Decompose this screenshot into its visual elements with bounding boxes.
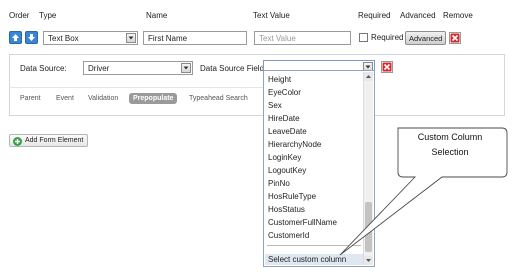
dropdown-item[interactable]: EyeColor — [268, 88, 301, 97]
data-source-select[interactable]: Driver — [83, 61, 193, 75]
add-form-element-button[interactable]: Add Form Element — [9, 134, 89, 147]
move-up-button[interactable] — [9, 31, 22, 44]
dropdown-item[interactable]: Height — [268, 75, 291, 84]
required-checkbox[interactable] — [359, 33, 368, 42]
callout-line-1: Custom Column — [417, 132, 483, 142]
dropdown-item[interactable]: HierarchyNode — [268, 140, 321, 149]
dropdown-item[interactable]: HosRuleType — [268, 192, 316, 201]
tab-validation[interactable]: Validation — [88, 95, 118, 102]
dropdown-item[interactable]: LogoutKey — [268, 166, 306, 175]
select-custom-column-item[interactable]: Select custom column — [265, 254, 363, 265]
dropdown-item[interactable]: CustomerFullName — [268, 218, 337, 227]
scroll-up-icon[interactable] — [364, 72, 373, 81]
data-source-field-dropdown[interactable]: Height EyeColor Sex HireDate LeaveDate H… — [263, 70, 375, 267]
type-select[interactable]: Text Box — [43, 31, 138, 45]
scrollbar-thumb[interactable] — [365, 202, 372, 252]
remove-row-button[interactable] — [449, 32, 461, 44]
dropdown-item[interactable]: LoginKey — [268, 153, 301, 162]
header-advanced: Advanced — [400, 11, 436, 20]
text-value-input[interactable]: Text Value — [254, 31, 351, 45]
data-source-field-label: Data Source Field: — [200, 64, 267, 73]
delete-x-icon — [450, 33, 460, 43]
required-label: Required — [371, 33, 404, 42]
header-order: Order — [9, 11, 30, 20]
dropdown-scrollbar[interactable] — [363, 72, 373, 265]
tab-typeahead-search[interactable]: Typeahead Search — [189, 95, 248, 102]
arrow-down-icon — [28, 34, 35, 41]
data-source-select-value: Driver — [88, 64, 110, 73]
clear-field-button[interactable] — [381, 61, 393, 73]
chevron-down-icon — [126, 33, 136, 43]
callout-text: Custom Column Selection — [400, 130, 500, 160]
header-type: Type — [39, 11, 57, 20]
add-form-element-label: Add Form Element — [25, 137, 84, 144]
scroll-down-icon[interactable] — [364, 256, 373, 265]
data-source-label: Data Source: — [20, 64, 67, 73]
dropdown-divider — [267, 245, 361, 246]
advanced-button[interactable]: Advanced — [405, 31, 447, 45]
header-required: Required — [358, 11, 391, 20]
plus-circle-icon — [13, 137, 22, 146]
move-down-button[interactable] — [25, 31, 38, 44]
dropdown-item[interactable]: Sex — [268, 101, 282, 110]
header-remove: Remove — [443, 11, 473, 20]
type-select-value: Text Box — [48, 34, 79, 43]
dropdown-item[interactable]: LeaveDate — [268, 127, 307, 136]
dropdown-item[interactable]: PinNo — [268, 179, 290, 188]
dropdown-item[interactable]: CustomerId — [268, 231, 309, 240]
tab-event[interactable]: Event — [56, 95, 74, 102]
header-name: Name — [146, 11, 168, 20]
header-text-value: Text Value — [253, 11, 290, 20]
arrow-up-icon — [12, 34, 19, 41]
tab-parent[interactable]: Parent — [20, 95, 41, 102]
dropdown-item[interactable]: HireDate — [268, 114, 300, 123]
tab-prepopulate[interactable]: Prepopulate — [129, 93, 178, 104]
panel-divider — [9, 87, 263, 88]
dropdown-item[interactable]: HosStatus — [268, 205, 305, 214]
name-input[interactable]: First Name — [143, 31, 247, 45]
chevron-down-icon — [181, 63, 191, 73]
callout-line-2: Selection — [431, 147, 469, 157]
delete-x-icon — [382, 62, 392, 72]
